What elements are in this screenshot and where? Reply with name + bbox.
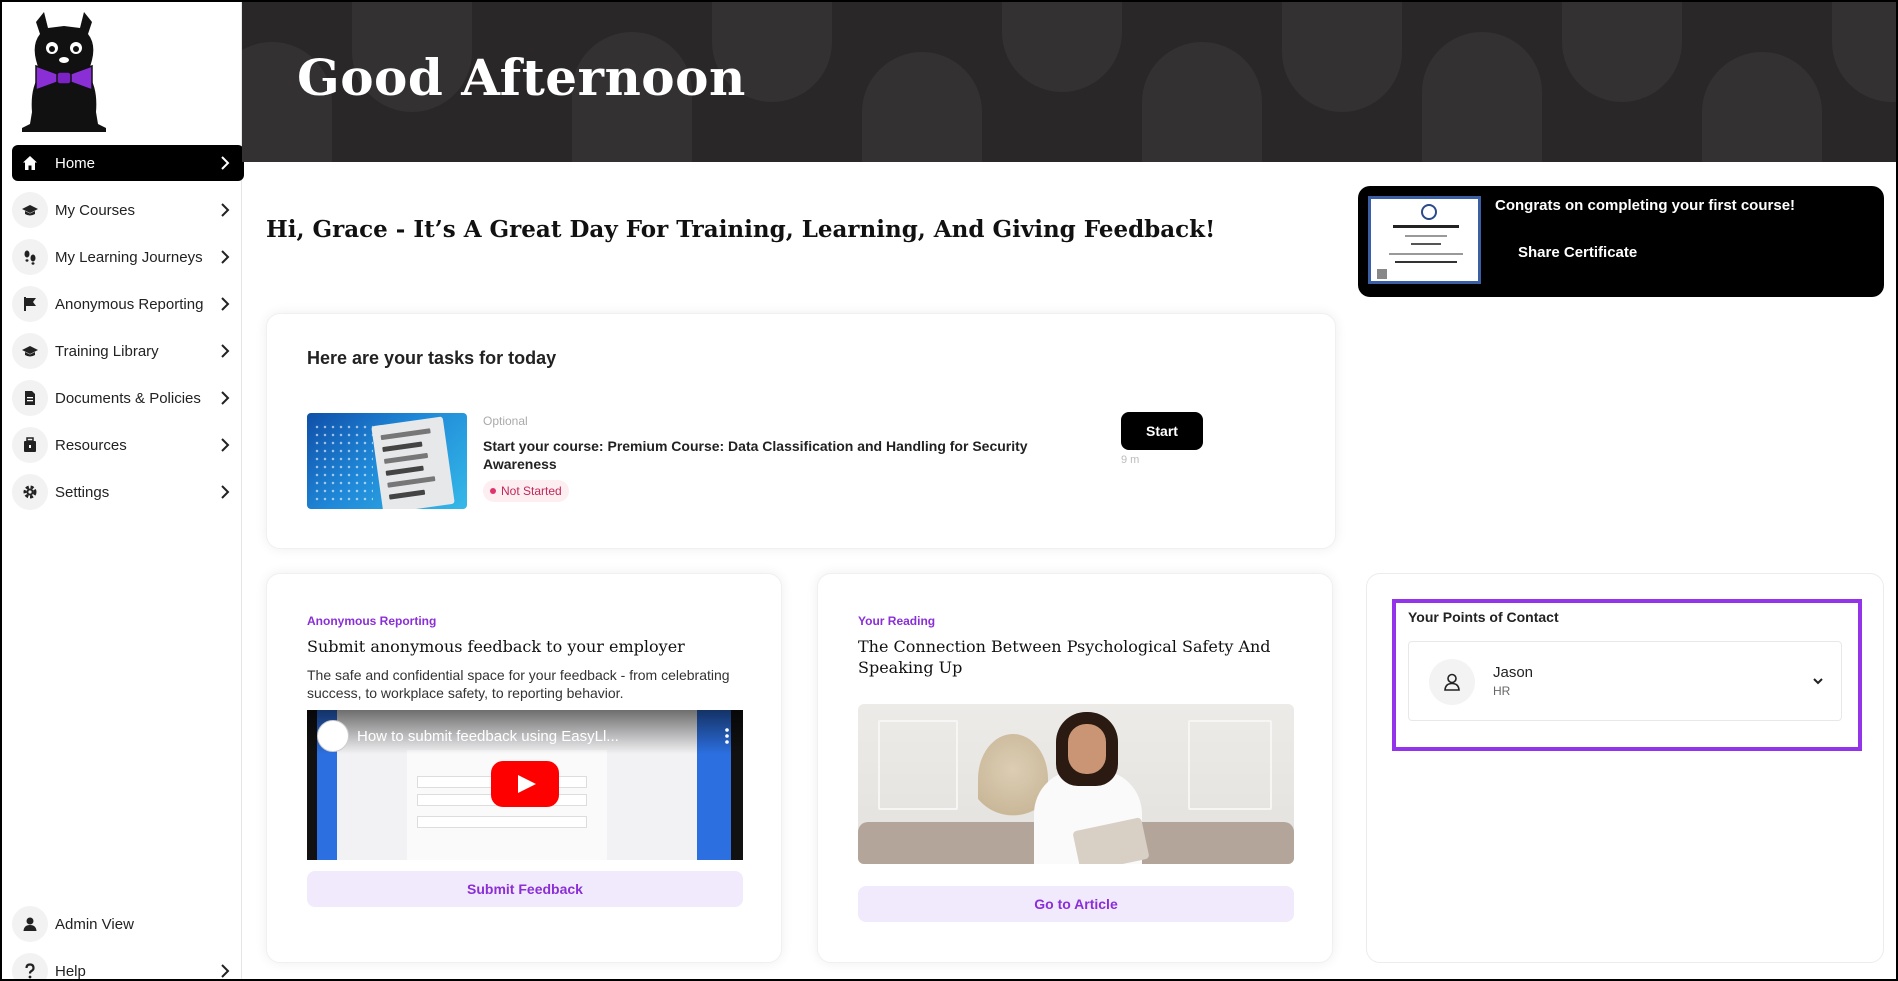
llama-bowtie-logo[interactable] [14,12,114,134]
certificate-thumbnail[interactable] [1368,196,1481,284]
flag-icon [12,286,48,322]
graduation-cap-icon [12,192,48,228]
chevron-right-icon [214,293,236,315]
welcome-banner: Good Afternoon [242,2,1896,162]
channel-avatar[interactable] [317,720,349,752]
video-player[interactable]: How to submit feedback using EasyLl... [307,710,743,860]
user-icon [12,906,48,942]
chevron-down-icon[interactable] [1809,672,1827,690]
chevron-right-icon [214,340,236,362]
course-thumbnail[interactable] [307,413,467,509]
share-certificate-button[interactable]: Share Certificate [1518,244,1637,261]
nav-item-help[interactable]: Help [12,953,244,981]
home-icon [12,145,48,181]
user-icon [1429,659,1475,705]
nav-item-label: Settings [55,483,110,501]
nav-item-label: Help [55,962,86,980]
banner-pattern [1562,2,1682,102]
nav-item-label: Anonymous Reporting [55,295,204,313]
task-duration: 9 m [1121,454,1140,466]
card-heading: Submit anonymous feedback to your employ… [307,637,685,656]
contact-role: HR [1493,684,1511,698]
card-kicker: Your Reading [858,614,936,628]
chevron-right-icon [214,387,236,409]
banner-pattern [1422,32,1542,162]
points-of-contact-highlight: Your Points of Contact Jason HR [1392,599,1862,751]
card-kicker: Anonymous Reporting [307,614,437,628]
nav-item-label: Admin View [55,915,134,933]
tasks-card: Here are your tasks for today Optional S… [266,313,1336,549]
nav-item-my-courses[interactable]: My Courses [12,192,244,228]
go-to-article-button[interactable]: Go to Article [858,886,1294,922]
nav-item-label: Resources [55,436,127,454]
nav-item-label: My Courses [55,201,136,219]
banner-pattern [1282,2,1402,112]
contacts-title: Your Points of Contact [1408,609,1559,625]
sidebar: Home My Courses My Learning Journeys Ano… [0,0,244,981]
card-description: The safe and confidential space for your… [307,667,730,701]
nav-item-training-library[interactable]: Training Library [12,333,244,369]
nav-item-admin-view[interactable]: Admin View [12,906,244,942]
reading-card: Your Reading The Connection Between Psyc… [817,573,1333,963]
banner-pattern [1002,2,1122,92]
nav-item-anonymous-reporting[interactable]: Anonymous Reporting [12,286,244,322]
banner-pattern [1832,2,1896,102]
certificate-message: Congrats on completing your first course… [1495,197,1796,214]
nav-item-resources[interactable]: Resources [12,427,244,463]
banner-pattern [1702,52,1822,162]
status-dot-icon [490,488,496,494]
nav-item-label: Home [55,154,96,172]
certificate-seal-icon [1421,204,1437,220]
nav-item-settings[interactable]: Settings [12,474,244,510]
task-tag: Optional [483,414,528,428]
start-course-button[interactable]: Start [1121,412,1203,450]
bottom-nav: Admin View Help [12,906,244,981]
nav-item-home[interactable]: Home [12,145,244,181]
certificate-card: Congrats on completing your first course… [1358,186,1884,297]
anonymous-reporting-card: Anonymous Reporting Submit anonymous fee… [266,573,782,963]
chevron-right-icon [214,199,236,221]
document-icon [12,380,48,416]
play-button-icon[interactable] [491,761,559,807]
chevron-right-icon [214,152,236,174]
nav-item-my-learning-journeys[interactable]: My Learning Journeys [12,239,244,275]
footprints-icon [12,239,48,275]
nav-item-label: Training Library [55,342,159,360]
chevron-right-icon [214,960,236,981]
tasks-title: Here are your tasks for today [307,348,557,368]
points-of-contact-card: Your Points of Contact Jason HR [1366,573,1884,963]
nav-item-documents-policies[interactable]: Documents & Policies [12,380,244,416]
card-heading: The Connection Between Psychological Saf… [858,637,1271,677]
main-nav: Home My Courses My Learning Journeys Ano… [12,145,244,521]
graduation-cap-icon [12,333,48,369]
submit-feedback-button[interactable]: Submit Feedback [307,871,743,907]
question-icon [12,953,48,981]
banner-pattern [1142,42,1262,162]
gear-icon [12,474,48,510]
page-title: Good Afternoon [297,48,746,107]
contact-name: Jason [1493,664,1534,681]
task-name[interactable]: Start your course: Premium Course: Data … [483,437,1063,473]
greeting-heading: Hi, Grace - It’s A Great Day For Trainin… [266,216,1216,243]
more-options-icon[interactable] [725,728,729,744]
chevron-right-icon [214,481,236,503]
status-label: Not Started [501,484,562,498]
video-title[interactable]: How to submit feedback using EasyLl... [357,728,619,745]
nav-item-label: My Learning Journeys [55,248,203,266]
status-badge: Not Started [483,480,569,502]
chevron-right-icon [214,246,236,268]
article-image[interactable] [858,704,1294,864]
chevron-right-icon [214,434,236,456]
briefcase-icon [12,427,48,463]
nav-item-label: Documents & Policies [55,389,201,407]
banner-pattern [862,52,982,162]
contact-item[interactable]: Jason HR [1408,641,1842,721]
